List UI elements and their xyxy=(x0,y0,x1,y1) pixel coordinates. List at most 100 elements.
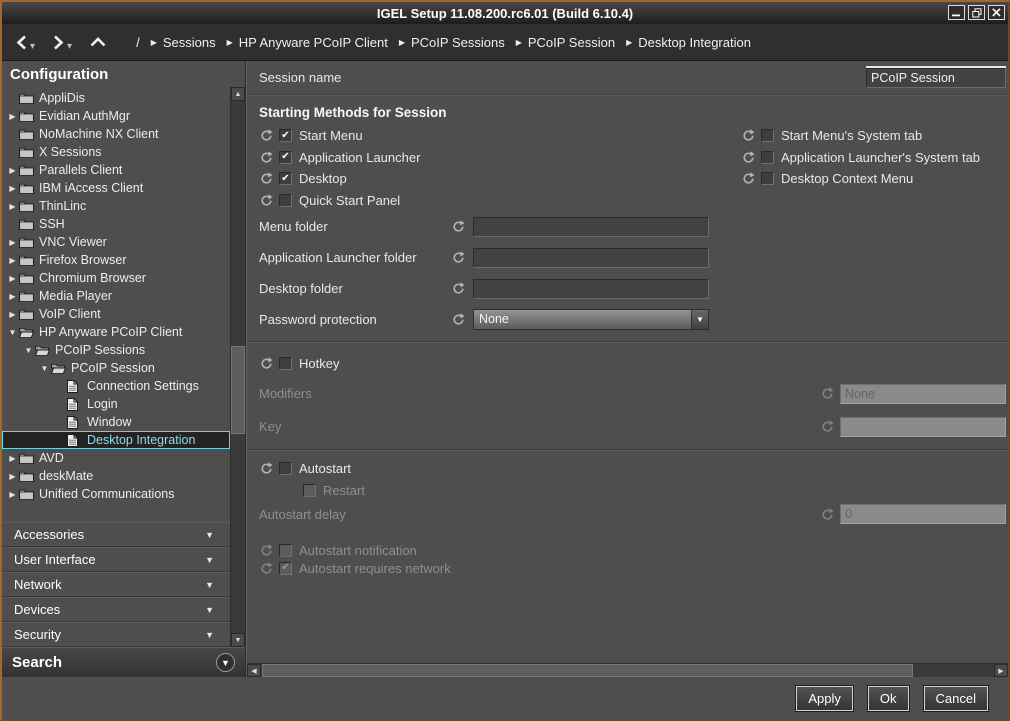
scroll-up-button[interactable]: ▲ xyxy=(231,87,245,101)
autostart-requires-network-checkbox[interactable]: ✔ xyxy=(279,562,292,575)
tree-expand-arrow-icon[interactable]: ▶ xyxy=(6,292,19,301)
reset-parameter-icon[interactable] xyxy=(451,220,465,234)
desktop-folder-input[interactable] xyxy=(473,279,709,299)
session-name-input[interactable] xyxy=(866,68,1006,88)
tree-item-avd[interactable]: ▶AVD xyxy=(2,449,230,467)
tree-expand-arrow-icon[interactable]: ▶ xyxy=(6,166,19,175)
reset-parameter-icon[interactable] xyxy=(259,356,273,370)
tree-collapse-arrow-icon[interactable]: ▼ xyxy=(6,328,19,337)
back-button[interactable] xyxy=(16,35,27,50)
back-history-dropdown-icon[interactable]: ▾ xyxy=(30,41,35,52)
application-launcher-checkbox[interactable]: ✔ xyxy=(279,151,292,164)
tree-item-hp-anyware-pcoip-client[interactable]: ▼HP Anyware PCoIP Client xyxy=(2,323,230,341)
autostart-checkbox[interactable] xyxy=(279,462,292,475)
hotkey-checkbox[interactable] xyxy=(279,357,292,370)
tree-expand-arrow-icon[interactable]: ▶ xyxy=(6,454,19,463)
tree-expand-arrow-icon[interactable]: ▶ xyxy=(6,202,19,211)
tree-item-parallels-client[interactable]: ▶Parallels Client xyxy=(2,161,230,179)
tree-item-deskmate[interactable]: ▶deskMate xyxy=(2,467,230,485)
reset-parameter-icon[interactable] xyxy=(741,150,755,164)
breadcrumb-item-desktop-integration[interactable]: Desktop Integration xyxy=(638,35,751,50)
tree-item-x-sessions[interactable]: X Sessions xyxy=(2,143,230,161)
scroll-down-button[interactable]: ▼ xyxy=(231,633,245,647)
start-menu-s-system-tab-checkbox[interactable] xyxy=(761,129,774,142)
reset-parameter-icon[interactable] xyxy=(451,313,465,327)
tree-item-chromium-browser[interactable]: ▶Chromium Browser xyxy=(2,269,230,287)
scrollbar-track[interactable] xyxy=(231,101,245,633)
modifiers-input[interactable] xyxy=(840,384,1006,404)
scrollbar-thumb[interactable] xyxy=(262,664,913,677)
ok-button[interactable]: Ok xyxy=(868,686,909,711)
search-bar[interactable]: Search ▼ xyxy=(2,647,245,677)
tree-item-connection-settings[interactable]: Connection Settings xyxy=(2,377,230,395)
tree-item-window[interactable]: Window xyxy=(2,413,230,431)
chevron-down-icon[interactable]: ▼ xyxy=(691,310,708,329)
tree-item-media-player[interactable]: ▶Media Player xyxy=(2,287,230,305)
start-menu-checkbox[interactable]: ✔ xyxy=(279,129,292,142)
tree-item-ibm-iaccess-client[interactable]: ▶IBM iAccess Client xyxy=(2,179,230,197)
sidebar-section-user-interface[interactable]: User Interface▼ xyxy=(2,547,230,572)
tree-item-thinlinc[interactable]: ▶ThinLinc xyxy=(2,197,230,215)
reset-parameter-icon[interactable] xyxy=(259,543,273,557)
breadcrumb-item-sessions[interactable]: Sessions xyxy=(163,35,216,50)
application-launcher-folder-input[interactable] xyxy=(473,248,709,268)
horizontal-scrollbar[interactable]: ◀ ▶ xyxy=(247,663,1008,677)
reset-parameter-icon[interactable] xyxy=(259,561,273,575)
breadcrumb-item-pcoip-session[interactable]: PCoIP Session xyxy=(528,35,615,50)
forward-button[interactable] xyxy=(53,35,64,50)
reset-parameter-icon[interactable] xyxy=(259,129,273,143)
minimize-button[interactable] xyxy=(948,5,965,20)
autostart-notification-checkbox[interactable] xyxy=(279,544,292,557)
sidebar-scrollbar[interactable]: ▲ ▼ xyxy=(230,87,245,647)
tree-item-applidis[interactable]: AppliDis xyxy=(2,89,230,107)
sidebar-section-accessories[interactable]: Accessories▼ xyxy=(2,522,230,547)
tree-expand-arrow-icon[interactable]: ▶ xyxy=(6,112,19,121)
search-expand-button[interactable]: ▼ xyxy=(216,653,235,672)
tree-item-firefox-browser[interactable]: ▶Firefox Browser xyxy=(2,251,230,269)
tree-collapse-arrow-icon[interactable]: ▼ xyxy=(38,364,51,373)
tree-expand-arrow-icon[interactable]: ▶ xyxy=(6,238,19,247)
sidebar-section-network[interactable]: Network▼ xyxy=(2,572,230,597)
tree-item-login[interactable]: Login xyxy=(2,395,230,413)
reset-parameter-icon[interactable] xyxy=(259,150,273,164)
tree-item-voip-client[interactable]: ▶VoIP Client xyxy=(2,305,230,323)
desktop-checkbox[interactable]: ✔ xyxy=(279,172,292,185)
tree-expand-arrow-icon[interactable]: ▶ xyxy=(6,184,19,193)
restart-checkbox[interactable] xyxy=(303,484,316,497)
scrollbar-thumb[interactable] xyxy=(231,346,245,434)
cancel-button[interactable]: Cancel xyxy=(924,686,988,711)
autostart-delay-input[interactable] xyxy=(840,504,1006,524)
tree-item-desktop-integration[interactable]: Desktop Integration xyxy=(2,431,230,449)
quick-start-panel-checkbox[interactable] xyxy=(279,194,292,207)
breadcrumb-item-pcoip-sessions[interactable]: PCoIP Sessions xyxy=(411,35,505,50)
maximize-button[interactable] xyxy=(968,5,985,20)
tree-expand-arrow-icon[interactable]: ▶ xyxy=(6,274,19,283)
reset-parameter-icon[interactable] xyxy=(259,461,273,475)
tree-expand-arrow-icon[interactable]: ▶ xyxy=(6,256,19,265)
scrollbar-track[interactable] xyxy=(261,664,994,677)
tree-collapse-arrow-icon[interactable]: ▼ xyxy=(22,346,35,355)
scroll-right-button[interactable]: ▶ xyxy=(994,664,1008,677)
tree-item-pcoip-session[interactable]: ▼PCoIP Session xyxy=(2,359,230,377)
tree-expand-arrow-icon[interactable]: ▶ xyxy=(6,472,19,481)
sidebar-section-security[interactable]: Security▼ xyxy=(2,622,230,647)
tree-item-ssh[interactable]: SSH xyxy=(2,215,230,233)
reset-parameter-icon[interactable] xyxy=(451,251,465,265)
reset-parameter-icon[interactable] xyxy=(820,507,834,521)
sidebar-section-devices[interactable]: Devices▼ xyxy=(2,597,230,622)
scroll-left-button[interactable]: ◀ xyxy=(247,664,261,677)
reset-parameter-icon[interactable] xyxy=(820,387,834,401)
menu-folder-input[interactable] xyxy=(473,217,709,237)
reset-parameter-icon[interactable] xyxy=(820,420,834,434)
tree-expand-arrow-icon[interactable]: ▶ xyxy=(6,490,19,499)
application-launcher-s-system-tab-checkbox[interactable] xyxy=(761,151,774,164)
tree-expand-arrow-icon[interactable]: ▶ xyxy=(6,310,19,319)
breadcrumb-item-hp-anyware-pcoip-client[interactable]: HP Anyware PCoIP Client xyxy=(239,35,388,50)
reset-parameter-icon[interactable] xyxy=(741,129,755,143)
tree-item-pcoip-sessions[interactable]: ▼PCoIP Sessions xyxy=(2,341,230,359)
close-button[interactable] xyxy=(988,5,1005,20)
tree-item-nomachine-nx-client[interactable]: NoMachine NX Client xyxy=(2,125,230,143)
reset-parameter-icon[interactable] xyxy=(259,172,273,186)
password-protection-dropdown[interactable]: None ▼ xyxy=(473,309,709,330)
apply-button[interactable]: Apply xyxy=(796,686,853,711)
